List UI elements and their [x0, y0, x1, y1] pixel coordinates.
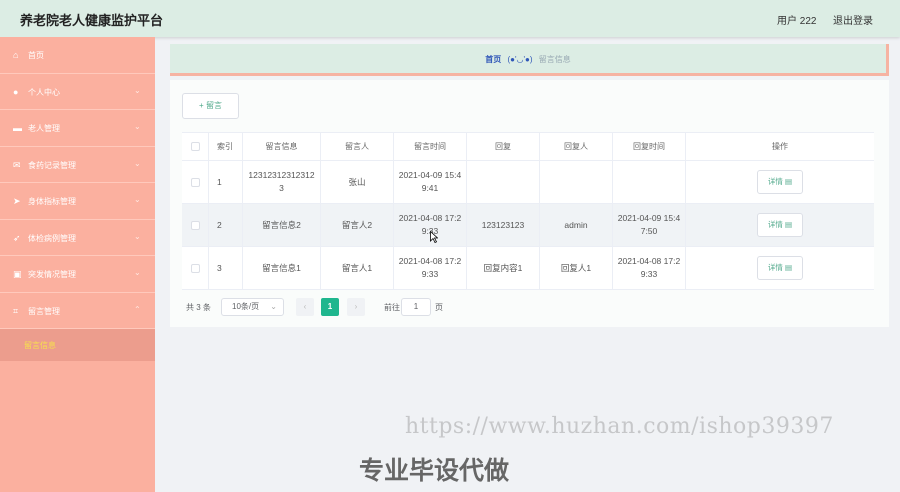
cell-time: 2021-04-09 15:49:41 [394, 161, 467, 203]
top-bar: 养老院老人健康监护平台 用户 222 退出登录 [0, 0, 900, 37]
current-user: 用户 222 [777, 16, 817, 27]
column-header: 回复 [467, 133, 540, 160]
chevron-down-icon: ⌄ [134, 122, 141, 131]
cell-message: 留言信息2 [243, 204, 321, 246]
cell-replier: 回复人1 [540, 247, 613, 289]
cell-index: 1 [209, 161, 243, 203]
sidebar-item-food-medicine[interactable]: ✉ 食药记录管理 ⌄ [0, 147, 155, 183]
mouse-cursor-icon [430, 231, 438, 243]
briefcase-icon: ▬ [13, 123, 22, 133]
cell-replier: admin [540, 204, 613, 246]
cell-author: 张山 [321, 161, 394, 203]
sidebar-subitem-label: 留言信息 [24, 341, 56, 350]
row-checkbox[interactable] [190, 263, 200, 273]
page-size-value: 10条/页 [232, 302, 260, 311]
chevron-down-icon: ⌄ [134, 195, 141, 204]
cell-message: 123123123123123 [243, 161, 321, 203]
watermark-text: https://www.huzhan.com/ishop39397 [405, 414, 834, 439]
cell-author: 留言人1 [321, 247, 394, 289]
sidebar-item-label: 身体指标管理 [28, 197, 76, 206]
pagination: 共 3 条 10条/页 ⌄ ‹ 1 › 前往 1 页 [186, 298, 486, 316]
table-row: 3 留言信息1 留言人1 2021-04-08 17:29:33 回复内容1 回… [182, 247, 874, 290]
home-icon: ⌂ [13, 50, 19, 60]
send-icon: ➤ [13, 196, 21, 206]
breadcrumb-separator: (●'◡'●) [507, 55, 533, 64]
sidebar-item-elder-management[interactable]: ▬ 老人管理 ⌄ [0, 110, 155, 147]
row-checkbox[interactable] [190, 220, 200, 230]
detail-button[interactable]: 详情 ▤ [757, 256, 803, 280]
page-size-select[interactable]: 10条/页 ⌄ [221, 298, 284, 316]
column-header: 回复人 [540, 133, 613, 160]
app-title: 养老院老人健康监护平台 [20, 13, 164, 28]
cell-index: 2 [209, 204, 243, 246]
goto-page-input[interactable]: 1 [401, 298, 431, 316]
sidebar-item-label: 个人中心 [28, 87, 60, 97]
prev-page-button[interactable]: ‹ [296, 298, 314, 316]
column-header: 留言时间 [394, 133, 467, 160]
sidebar-item-personal-center[interactable]: ● 个人中心 ⌄ [0, 74, 155, 110]
chevron-down-icon: ⌄ [134, 268, 141, 277]
cell-reply-time: 2021-04-08 17:29:33 [613, 247, 686, 289]
sidebar: ⌂ 首页 ● 个人中心 ⌄ ▬ 老人管理 ⌄ ✉ 食药记录管理 ⌄ ➤ 身体指标… [0, 37, 155, 492]
sidebar-item-medical-records[interactable]: ➶ 体检病例管理 ⌄ [0, 220, 155, 256]
add-message-button[interactable]: + 留言 [182, 93, 239, 119]
cell-message: 留言信息1 [243, 247, 321, 289]
sidebar-item-emergencies[interactable]: ▣ 突发情况管理 ⌄ [0, 256, 155, 293]
pagination-total: 共 3 条 [186, 303, 211, 312]
detail-button[interactable]: 详情 ▤ [757, 170, 803, 194]
chevron-down-icon: ⌄ [134, 158, 141, 168]
next-page-button[interactable]: › [347, 298, 365, 316]
content-panel: + 留言 索引 留言信息 留言人 留言时间 回复 回复人 回复时间 操作 1 1… [170, 80, 889, 327]
cell-reply-time: 2021-04-09 15:47:50 [613, 204, 686, 246]
slogan-text: 专业毕设代做 [359, 456, 510, 485]
sidebar-item-label: 首页 [28, 51, 44, 60]
row-checkbox[interactable] [190, 177, 200, 187]
column-header: 回复时间 [613, 133, 686, 160]
cell-author: 留言人2 [321, 204, 394, 246]
goto-label: 前往 [384, 303, 400, 312]
cell-index: 3 [209, 247, 243, 289]
page-number-button[interactable]: 1 [321, 298, 339, 316]
logout-link[interactable]: 退出登录 [833, 12, 873, 27]
mail-icon: ✉ [13, 159, 21, 170]
breadcrumb-home[interactable]: 首页 [485, 55, 501, 64]
column-header: 留言信息 [243, 133, 321, 160]
sidebar-item-home[interactable]: ⌂ 首页 [0, 37, 155, 74]
sidebar-item-label: 突发情况管理 [28, 270, 76, 279]
chevron-down-icon: ⌄ [134, 231, 141, 241]
messages-table: 索引 留言信息 留言人 留言时间 回复 回复人 回复时间 操作 1 123123… [182, 132, 874, 290]
table-row: 1 123123123123123 张山 2021-04-09 15:49:41… [182, 161, 874, 204]
sidebar-item-body-indicators[interactable]: ➤ 身体指标管理 ⌄ [0, 183, 155, 220]
chevron-down-icon: ⌄ [134, 85, 141, 95]
navigation-icon: ➶ [13, 232, 21, 243]
sidebar-item-label: 食药记录管理 [28, 160, 76, 170]
cell-reply: 回复内容1 [467, 247, 540, 289]
table-header-row: 索引 留言信息 留言人 留言时间 回复 回复人 回复时间 操作 [182, 133, 874, 161]
user-icon: ● [13, 86, 19, 97]
sidebar-item-label: 留言管理 [28, 306, 60, 316]
cell-reply-time [613, 161, 686, 203]
cell-time: 2021-04-08 17:29:33 [394, 247, 467, 289]
cell-reply: 123123123 [467, 204, 540, 246]
crop-icon: ⌗ [13, 305, 19, 316]
table-row: 2 留言信息2 留言人2 2021-04-08 17:29:33 1231231… [182, 204, 874, 247]
detail-button[interactable]: 详情 ▤ [757, 213, 803, 237]
select-all-checkbox[interactable] [190, 142, 200, 151]
cell-reply [467, 161, 540, 203]
page-suffix-label: 页 [435, 303, 443, 312]
sidebar-item-label: 体检病例管理 [28, 233, 76, 243]
breadcrumb-current: 留言信息 [538, 55, 571, 64]
column-header: 操作 [772, 142, 788, 151]
column-header: 留言人 [321, 133, 394, 160]
chevron-down-icon: ⌄ [270, 302, 277, 311]
column-header: 索引 [209, 133, 243, 160]
chevron-up-icon: ⌃ [134, 304, 141, 314]
cell-replier [540, 161, 613, 203]
sidebar-item-messages[interactable]: ⌗ 留言管理 ⌃ [0, 293, 155, 329]
sidebar-subitem-message-info[interactable]: 留言信息 [0, 329, 155, 361]
picture-icon: ▣ [13, 269, 22, 279]
breadcrumb: 首页 (●'◡'●) 留言信息 [170, 44, 889, 76]
sidebar-item-label: 老人管理 [28, 124, 60, 133]
